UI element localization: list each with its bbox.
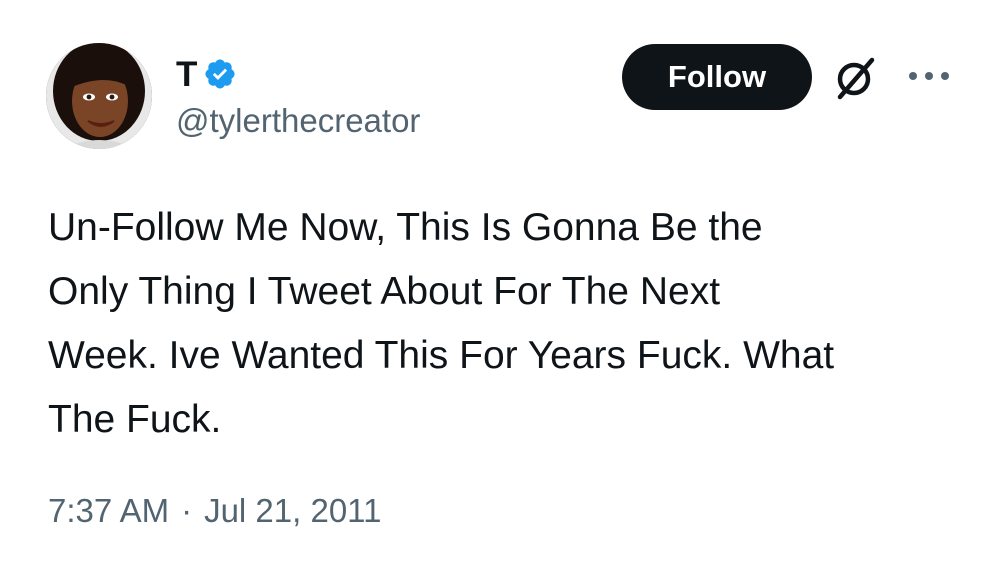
avatar-image bbox=[46, 43, 152, 149]
more-options-icon[interactable] bbox=[906, 66, 952, 86]
author-name-row: T bbox=[176, 50, 237, 98]
tweet-card: T @tylerthecreator Follow Un-Follow Me N… bbox=[0, 0, 1000, 572]
author-display-name[interactable]: T bbox=[176, 57, 197, 92]
timestamp-separator: · bbox=[181, 492, 193, 529]
verified-badge-icon[interactable] bbox=[203, 57, 237, 91]
author-handle[interactable]: @tylerthecreator bbox=[176, 104, 420, 137]
follow-button[interactable]: Follow bbox=[622, 44, 812, 110]
tweet-timestamp[interactable]: 7:37 AM · Jul 21, 2011 bbox=[48, 494, 381, 527]
avatar[interactable] bbox=[46, 43, 152, 149]
tweet-time: 7:37 AM bbox=[48, 492, 170, 529]
grok-icon[interactable] bbox=[832, 54, 880, 102]
tweet-date: Jul 21, 2011 bbox=[204, 492, 382, 529]
tweet-text: Un-Follow Me Now, This Is Gonna Be the O… bbox=[48, 206, 835, 441]
